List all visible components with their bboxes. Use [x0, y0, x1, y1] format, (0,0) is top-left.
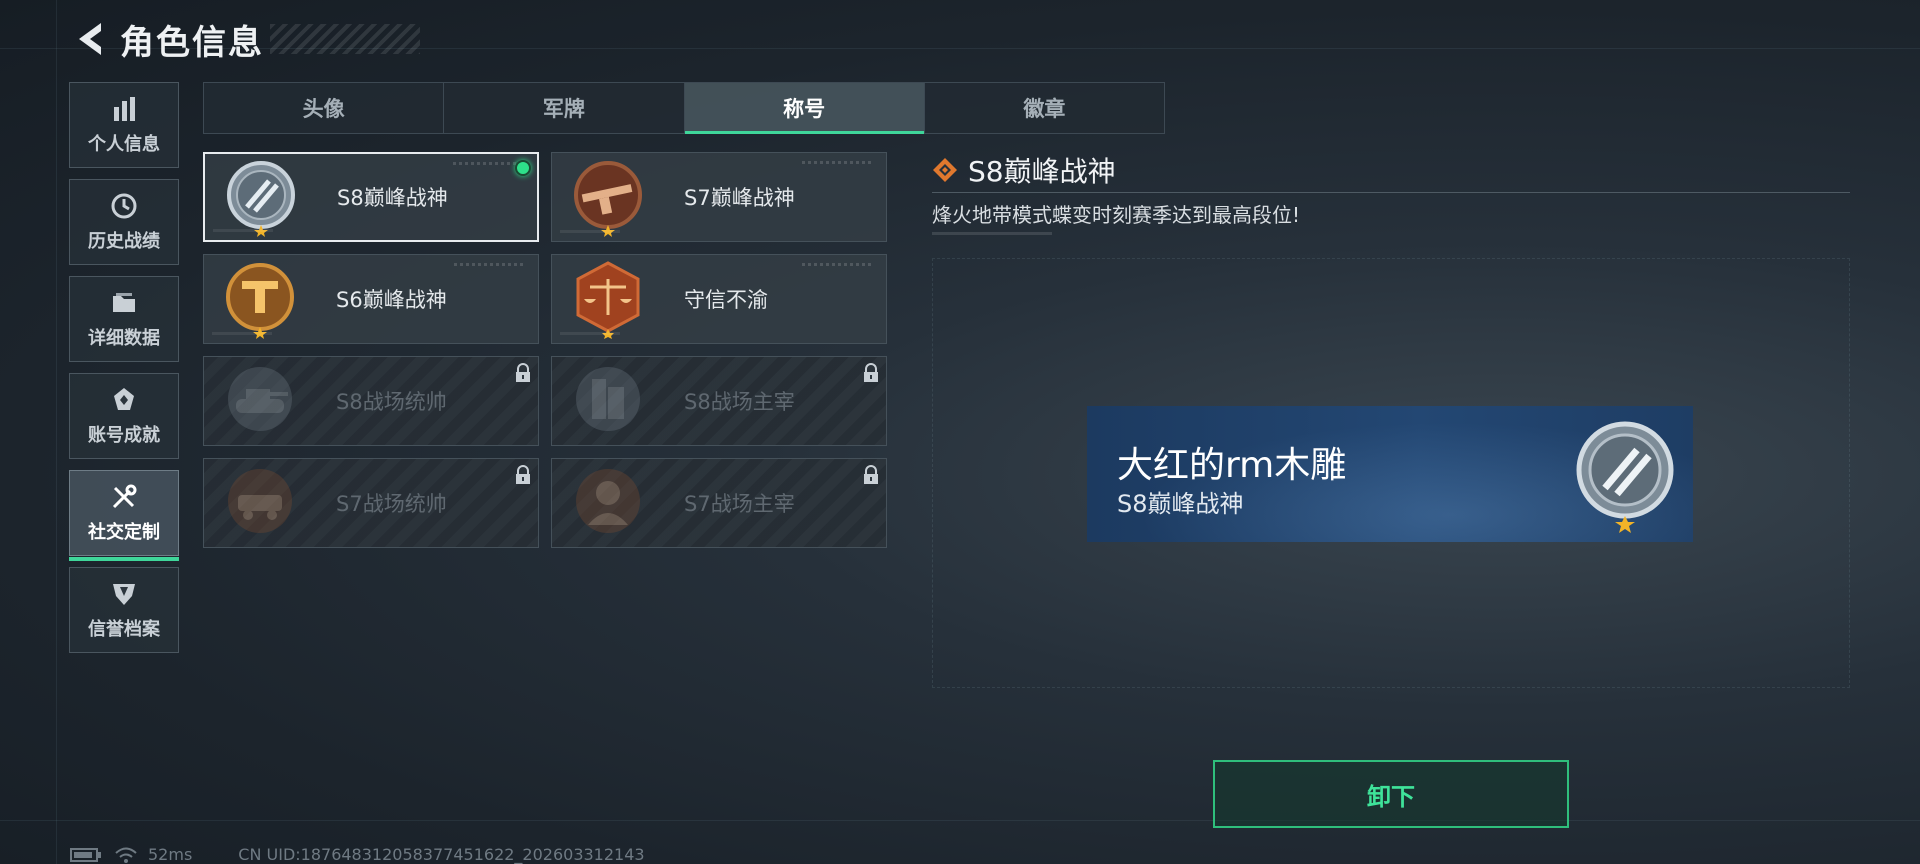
title-card[interactable]: S8战场主宰: [551, 356, 887, 446]
title-card[interactable]: 守信不渝: [551, 254, 887, 344]
nav-label: 社交定制: [88, 522, 160, 543]
tab-dogtag[interactable]: 军牌: [443, 83, 683, 133]
nav-item-reputation[interactable]: 信誉档案: [69, 567, 179, 653]
category-tabs: 头像 军牌 称号 徽章: [203, 82, 1165, 134]
title-label: S7巅峰战神: [684, 186, 795, 210]
nav-label: 个人信息: [88, 134, 160, 155]
title-grid: S8巅峰战神 S7巅峰战神 S6巅峰战神 守信不渝 S8战场统帅 S8战场主宰 …: [203, 152, 887, 548]
tab-badge[interactable]: 徽章: [923, 83, 1164, 133]
lock-icon: [864, 363, 878, 382]
shield-emblem-icon: [109, 579, 139, 609]
decor-line: [56, 0, 57, 864]
title-card[interactable]: S7战场统帅: [203, 458, 539, 548]
achievement-icon: [109, 385, 139, 415]
history-clock-icon: [109, 191, 139, 221]
back-arrow-icon: [79, 23, 101, 55]
card-decoration: [560, 230, 620, 233]
nav-label: 详细数据: [88, 328, 160, 349]
card-decoration: [560, 332, 620, 335]
title-label: S8巅峰战神: [337, 186, 448, 210]
title-label: S7战场主宰: [684, 492, 795, 516]
lock-icon: [516, 363, 530, 382]
tab-title[interactable]: 称号: [683, 83, 925, 134]
unequip-button[interactable]: 卸下: [1213, 760, 1569, 828]
decor-line: [0, 820, 1920, 821]
bar-chart-icon: [109, 94, 139, 124]
nav-item-history[interactable]: 历史战绩: [69, 179, 179, 265]
vehicle-medal-icon: [220, 463, 300, 543]
title-label: S8战场主宰: [684, 390, 795, 414]
bronze-rifle-medal-icon: [568, 157, 648, 237]
detail-title: S8巅峰战神: [968, 155, 1116, 188]
diamond-icon: [933, 158, 957, 182]
title-label: S6巅峰战神: [336, 288, 447, 312]
card-decoration: [802, 263, 872, 266]
nameplate-title: S8巅峰战神: [1117, 490, 1244, 518]
card-decoration: [802, 161, 872, 164]
folder-icon: [109, 288, 139, 318]
title-card[interactable]: S6巅峰战神: [203, 254, 539, 344]
nav-item-profile[interactable]: 个人信息: [69, 82, 179, 168]
title-label: S8战场统帅: [336, 390, 447, 414]
lock-icon: [864, 465, 878, 484]
title-card[interactable]: S8战场统帅: [203, 356, 539, 446]
lock-icon: [516, 465, 530, 484]
tools-icon: [109, 482, 139, 512]
header: 角色信息: [68, 16, 420, 63]
card-decoration: [453, 162, 523, 165]
equipped-indicator: [515, 160, 531, 176]
card-decoration: [213, 229, 273, 232]
battery-icon: [70, 847, 101, 862]
title-decoration: [270, 24, 420, 54]
detail-description: 烽火地带模式蝶变时刻赛季达到最高段位!: [932, 203, 1301, 227]
back-button[interactable]: [68, 17, 112, 61]
card-decoration: [212, 332, 272, 335]
detail-header: S8巅峰战神: [932, 150, 1116, 190]
title-card[interactable]: S7战场主宰: [551, 458, 887, 548]
title-label: 守信不渝: [684, 288, 768, 312]
tank-medal-icon: [220, 361, 300, 441]
gold-t-medal-icon: [220, 259, 300, 339]
uid-readout: CN UID:1876483120583774516​22_2026033121…: [238, 845, 645, 864]
title-card[interactable]: S7巅峰战神: [551, 152, 887, 242]
silver-stripes-medal-icon: [1576, 421, 1674, 533]
nav-item-data[interactable]: 详细数据: [69, 276, 179, 362]
nav-label: 账号成就: [88, 425, 160, 446]
card-decoration: [454, 263, 524, 266]
nav-item-achievements[interactable]: 账号成就: [69, 373, 179, 459]
silver-stripes-medal-icon: [221, 157, 301, 237]
page-title: 角色信息: [120, 22, 264, 63]
title-label: S7战场统帅: [336, 492, 447, 516]
side-nav: 个人信息 历史战绩 详细数据 账号成就 社交定制 信誉档案: [69, 82, 179, 664]
nav-label: 信誉档案: [88, 619, 160, 640]
nav-item-social-custom[interactable]: 社交定制: [69, 470, 179, 561]
nameplate-preview: 大红的rm木雕 S8巅峰战神: [1087, 406, 1693, 542]
title-card[interactable]: S8巅峰战神: [203, 152, 539, 242]
status-bar: 52ms CN UID:1876483120583774516​22_20260…: [70, 845, 645, 864]
tab-avatar[interactable]: 头像: [204, 83, 443, 133]
nav-label: 历史战绩: [88, 231, 160, 252]
soldier-medal-icon: [568, 463, 648, 543]
divider: [932, 192, 1850, 193]
wifi-icon: [115, 847, 137, 863]
building-medal-icon: [568, 361, 648, 441]
scales-medal-icon: [568, 259, 648, 339]
nameplate-player-name: 大红的rm木雕: [1117, 445, 1347, 486]
ping-readout: 52ms: [148, 845, 193, 864]
detail-decoration: [932, 232, 1052, 235]
